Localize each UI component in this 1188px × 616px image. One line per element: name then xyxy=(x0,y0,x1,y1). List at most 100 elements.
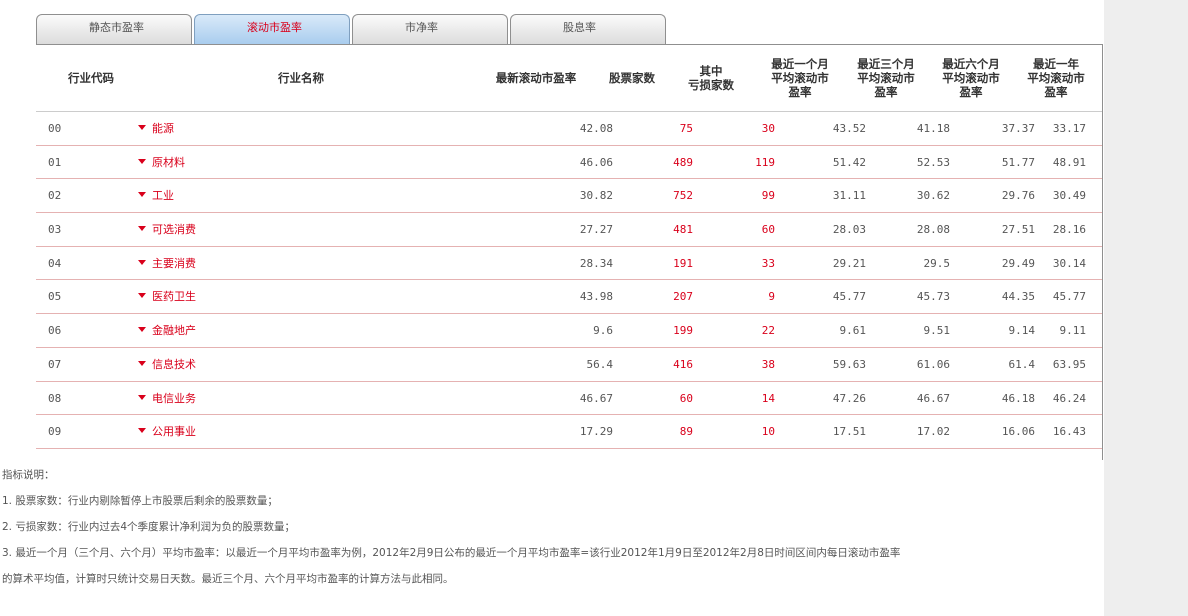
avg-pe-6m: 29.76 xyxy=(1001,189,1035,203)
loss-count: 38 xyxy=(761,357,775,371)
table-row: 00 能源 42.08 75 30 43.52 41.18 37.37 33.1… xyxy=(36,112,1102,146)
industry-name: 金融地产 xyxy=(152,324,196,338)
industry-name: 原材料 xyxy=(152,155,185,169)
latest-rolling-pe: 17.29 xyxy=(579,425,613,439)
avg-pe-1y: 30.14 xyxy=(1052,256,1086,270)
header-1y-avg-pe: 最近一年 平均滚动市 盈率 xyxy=(1027,57,1085,99)
avg-pe-1m: 47.26 xyxy=(832,391,866,405)
avg-pe-1y: 63.95 xyxy=(1052,357,1086,371)
avg-pe-6m: 27.51 xyxy=(1001,223,1035,237)
avg-pe-3m: 45.73 xyxy=(916,290,950,304)
caret-down-icon xyxy=(138,428,146,434)
stock-count: 752 xyxy=(673,189,693,203)
tab-pb[interactable]: 市净率 xyxy=(352,14,508,44)
industry-name-link[interactable]: 原材料 xyxy=(138,146,185,179)
avg-pe-1m: 31.11 xyxy=(832,189,866,203)
table-row: 04 主要消费 28.34 191 33 29.21 29.5 29.49 30… xyxy=(36,247,1102,281)
avg-pe-1y: 46.24 xyxy=(1052,391,1086,405)
industry-code: 02 xyxy=(48,189,62,203)
note-line: 3. 最近一个月（三个月、六个月）平均市盈率：以最近一个月平均市盈率为例，201… xyxy=(2,547,901,559)
loss-count: 22 xyxy=(761,324,775,338)
avg-pe-1m: 59.63 xyxy=(832,357,866,371)
note-line: 1. 股票家数：行业内剔除暂停上市股票后剩余的股票数量； xyxy=(2,495,278,507)
stock-count: 416 xyxy=(673,357,693,371)
avg-pe-1y: 45.77 xyxy=(1052,290,1086,304)
avg-pe-3m: 52.53 xyxy=(916,155,950,169)
avg-pe-3m: 17.02 xyxy=(916,425,950,439)
caret-down-icon xyxy=(138,327,146,333)
avg-pe-1m: 51.42 xyxy=(832,155,866,169)
table-row: 01 原材料 46.06 489 119 51.42 52.53 51.77 4… xyxy=(36,146,1102,180)
note-line: 的算术平均值，计算时只统计交易日天数。最近三个月、六个月平均市盈率的计算方法与此… xyxy=(2,573,454,585)
latest-rolling-pe: 46.06 xyxy=(579,155,613,169)
industry-name-link[interactable]: 可选消费 xyxy=(138,213,196,246)
avg-pe-3m: 61.06 xyxy=(916,357,950,371)
industry-name-link[interactable]: 工业 xyxy=(138,179,174,212)
industry-name: 医药卫生 xyxy=(152,290,196,304)
table-row: 07 信息技术 56.4 416 38 59.63 61.06 61.4 63.… xyxy=(36,348,1102,382)
avg-pe-6m: 37.37 xyxy=(1001,122,1035,135)
avg-pe-3m: 30.62 xyxy=(916,189,950,203)
note-line: 2. 亏损家数：行业内过去4个季度累计净利润为负的股票数量； xyxy=(2,521,296,533)
header-industry-code: 行业代码 xyxy=(68,71,114,85)
avg-pe-1m: 28.03 xyxy=(832,223,866,237)
industry-name: 电信业务 xyxy=(152,391,196,405)
stock-count: 199 xyxy=(673,324,693,338)
industry-name: 信息技术 xyxy=(152,357,196,371)
caret-down-icon xyxy=(138,158,146,164)
stock-count: 191 xyxy=(673,256,693,270)
tab-rolling-pe[interactable]: 滚动市盈率 xyxy=(194,14,350,44)
avg-pe-6m: 16.06 xyxy=(1001,425,1035,439)
industry-name-link[interactable]: 信息技术 xyxy=(138,348,196,381)
caret-down-icon xyxy=(138,360,146,366)
industry-name-link[interactable]: 金融地产 xyxy=(138,314,196,347)
stock-count: 75 xyxy=(679,122,693,135)
avg-pe-1m: 9.61 xyxy=(839,324,867,338)
header-stock-count: 股票家数 xyxy=(609,71,655,85)
industry-name: 能源 xyxy=(152,122,174,135)
loss-count: 14 xyxy=(761,391,775,405)
stock-count: 207 xyxy=(673,290,693,304)
avg-pe-1m: 29.21 xyxy=(832,256,866,270)
loss-count: 30 xyxy=(761,122,775,135)
table-row: 05 医药卫生 43.98 207 9 45.77 45.73 44.35 45… xyxy=(36,280,1102,315)
loss-count: 9 xyxy=(768,290,775,304)
notes-title: 指标说明： xyxy=(2,469,55,481)
tab-dividend-yield[interactable]: 股息率 xyxy=(510,14,666,44)
caret-down-icon xyxy=(138,125,146,130)
valuation-panel: 静态市盈率 滚动市盈率 市净率 股息率 行业代码 行业名称 最新滚动市盈率 股票… xyxy=(2,0,1104,616)
industry-pe-table: 行业代码 行业名称 最新滚动市盈率 股票家数 其中 亏损家数 最近一个月 平均滚… xyxy=(36,44,1103,460)
industry-name-link[interactable]: 医药卫生 xyxy=(138,280,196,313)
industry-name-link[interactable]: 主要消费 xyxy=(138,247,196,280)
stock-count: 489 xyxy=(673,155,693,169)
industry-name-link[interactable]: 能源 xyxy=(138,112,174,145)
avg-pe-3m: 9.51 xyxy=(923,324,951,338)
industry-code: 07 xyxy=(48,357,62,371)
industry-name-link[interactable]: 公用事业 xyxy=(138,415,196,448)
industry-name-link[interactable]: 电信业务 xyxy=(138,382,196,415)
stock-count: 481 xyxy=(673,223,693,237)
avg-pe-1y: 28.16 xyxy=(1052,223,1086,237)
industry-name: 公用事业 xyxy=(152,425,196,439)
latest-rolling-pe: 56.4 xyxy=(586,357,614,371)
tab-static-pe[interactable]: 静态市盈率 xyxy=(36,14,192,44)
industry-code: 03 xyxy=(48,223,62,237)
latest-rolling-pe: 43.98 xyxy=(579,290,613,304)
avg-pe-1y: 30.49 xyxy=(1052,189,1086,203)
industry-code: 00 xyxy=(48,122,62,135)
header-loss-count: 其中 亏损家数 xyxy=(688,64,734,92)
industry-code: 01 xyxy=(48,155,62,169)
avg-pe-1m: 45.77 xyxy=(832,290,866,304)
header-1m-avg-pe: 最近一个月 平均滚动市 盈率 xyxy=(771,57,829,99)
avg-pe-1m: 17.51 xyxy=(832,425,866,439)
table-body: 00 能源 42.08 75 30 43.52 41.18 37.37 33.1… xyxy=(36,112,1102,449)
avg-pe-3m: 28.08 xyxy=(916,223,950,237)
latest-rolling-pe: 9.6 xyxy=(593,324,613,338)
loss-count: 60 xyxy=(761,223,775,237)
avg-pe-1m: 43.52 xyxy=(832,122,866,135)
right-sidebar-background xyxy=(1104,0,1188,616)
metric-tabs: 静态市盈率 滚动市盈率 市净率 股息率 xyxy=(36,14,668,44)
industry-code: 06 xyxy=(48,324,62,338)
industry-name: 可选消费 xyxy=(152,223,196,237)
avg-pe-6m: 61.4 xyxy=(1008,357,1036,371)
